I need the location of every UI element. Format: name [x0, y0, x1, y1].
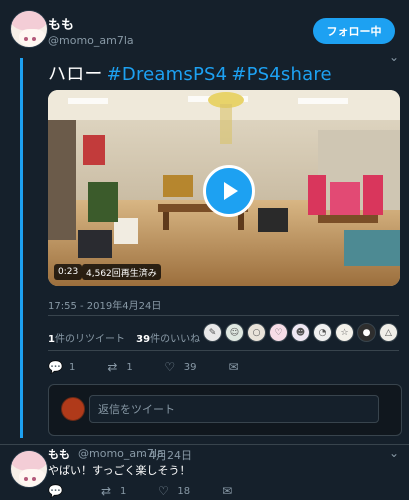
- author-name[interactable]: もも: [48, 14, 74, 33]
- divider: [48, 350, 399, 351]
- envelope-icon: ✉: [222, 484, 233, 498]
- reply-box: 返信をツイート: [48, 384, 402, 436]
- hashtag-dreamsps4[interactable]: #DreamsPS4: [107, 64, 228, 85]
- divider: [48, 315, 399, 316]
- avatar-eye: [32, 477, 36, 481]
- envelope-icon: ✉: [228, 360, 239, 374]
- retweet-icon: ⇄: [100, 484, 112, 498]
- reply-action[interactable]: 💬: [48, 484, 69, 498]
- video-player[interactable]: 0:23 4,562回再生済み: [48, 90, 400, 286]
- liker-avatar[interactable]: ✎: [203, 323, 222, 342]
- chevron-down-icon[interactable]: ⌄: [389, 50, 399, 64]
- heart-icon: ♡: [164, 360, 176, 374]
- chevron-down-icon[interactable]: ⌄: [389, 446, 399, 460]
- liker-avatar[interactable]: ◔: [313, 323, 332, 342]
- reply-icon: 💬: [48, 484, 63, 498]
- reply-actions: 💬 ⇄ 1 ♡ 18 ✉: [48, 484, 264, 498]
- liker-avatar[interactable]: ☆: [335, 323, 354, 342]
- thread-line: [20, 58, 23, 438]
- reply-text: やばい！すっごく楽しそう！: [48, 464, 191, 477]
- hashtag-ps4share[interactable]: #PS4share: [231, 64, 332, 85]
- like-action[interactable]: ♡ 18: [156, 484, 190, 498]
- video-views: 4,562回再生済み: [82, 264, 161, 280]
- liker-avatar[interactable]: ●: [357, 323, 376, 342]
- liker-avatar[interactable]: ○: [247, 323, 266, 342]
- reply-avatar[interactable]: [10, 450, 48, 488]
- retweet-action-count: 1: [126, 361, 133, 373]
- reply-author-name[interactable]: もも: [48, 446, 70, 462]
- tweet-text: ハロー #DreamsPS4 #PS4share: [48, 60, 332, 86]
- follow-button[interactable]: フォロー中: [313, 18, 395, 44]
- play-button[interactable]: [203, 165, 255, 217]
- avatar-eye: [24, 477, 28, 481]
- author-handle[interactable]: @momo_am7la: [48, 34, 134, 47]
- retweet-count[interactable]: 1: [48, 334, 55, 345]
- video-duration: 0:23: [54, 264, 83, 280]
- heart-icon: ♡: [157, 484, 169, 498]
- divider: [0, 444, 409, 445]
- liker-avatar[interactable]: ☺: [225, 323, 244, 342]
- retweet-label[interactable]: 件のリツイート: [55, 334, 125, 345]
- dm-action[interactable]: ✉: [226, 360, 240, 374]
- reply-input[interactable]: 返信をツイート: [89, 395, 379, 423]
- like-count[interactable]: 39: [136, 334, 150, 345]
- own-avatar: [61, 397, 85, 421]
- reply-count: 1: [69, 361, 76, 373]
- reply-action[interactable]: 💬 1: [48, 360, 75, 374]
- retweet-action[interactable]: ⇄ 1: [99, 484, 126, 498]
- like-label[interactable]: 件のいいね: [150, 334, 200, 345]
- liker-avatars: ✎ ☺ ○ ♡ ☻ ◔ ☆ ● △: [203, 323, 398, 342]
- avatar-eye: [24, 37, 28, 41]
- tweet-stats: 1件のリツイート 39件のいいね: [48, 330, 200, 345]
- avatar-hair: [11, 11, 47, 31]
- dm-action[interactable]: ✉: [220, 484, 234, 498]
- liker-avatar[interactable]: ☻: [291, 323, 310, 342]
- liker-avatar[interactable]: △: [379, 323, 398, 342]
- reply-icon: 💬: [48, 360, 63, 374]
- like-action[interactable]: ♡ 39: [163, 360, 197, 374]
- liker-avatar[interactable]: ♡: [269, 323, 288, 342]
- avatar-eye: [32, 37, 36, 41]
- reply-retweet-count: 1: [120, 485, 127, 497]
- reply-date[interactable]: · 4月24日: [142, 447, 192, 463]
- avatar-hair: [11, 451, 47, 471]
- tweet-timestamp[interactable]: 17:55 - 2019年4月24日: [48, 297, 161, 312]
- retweet-icon: ⇄: [107, 360, 118, 374]
- like-action-count: 39: [183, 361, 197, 373]
- tweet-actions: 💬 1 ⇄ 1 ♡ 39 ✉: [48, 360, 270, 374]
- tweet-text-main: ハロー: [48, 64, 103, 85]
- avatar[interactable]: [10, 10, 48, 48]
- reply-like-count: 18: [177, 485, 191, 497]
- retweet-action[interactable]: ⇄ 1: [105, 360, 132, 374]
